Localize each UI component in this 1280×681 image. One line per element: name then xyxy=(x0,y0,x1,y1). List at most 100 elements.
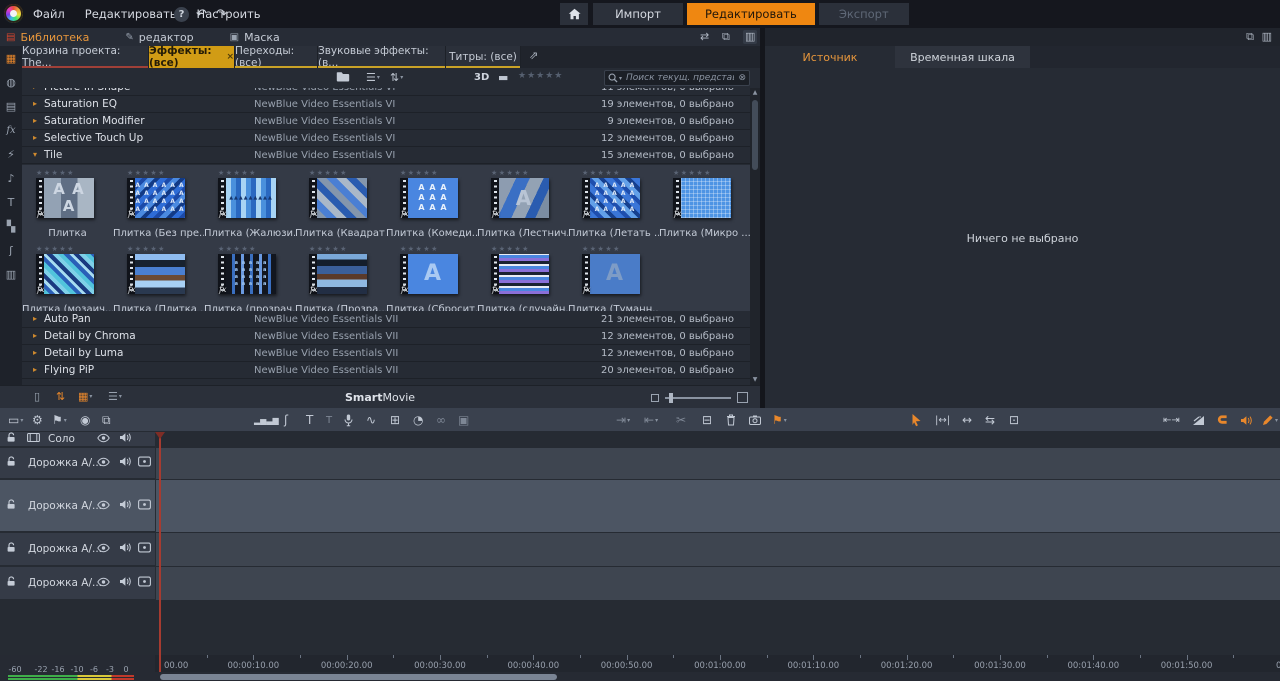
trash-delete-icon[interactable] xyxy=(726,408,736,432)
track-visibility-eye-icon[interactable] xyxy=(97,433,110,446)
preview-tab[interactable]: Источник xyxy=(765,46,895,68)
collections-icon[interactable]: ◍ xyxy=(3,75,19,90)
expand-arrow-icon[interactable]: ▸ xyxy=(33,99,37,108)
preview-tab[interactable]: Временная шкала xyxy=(895,46,1030,68)
track-visibility-eye-icon[interactable] xyxy=(97,543,110,556)
playhead-line[interactable] xyxy=(159,432,161,672)
rating-stars[interactable]: ★★★★★ xyxy=(491,169,568,178)
effects-fx-icon[interactable]: fx xyxy=(3,123,19,138)
voiceover-mic-icon[interactable] xyxy=(344,408,353,432)
marker-menu-icon[interactable]: ⚑▾ xyxy=(52,408,67,432)
effect-thumbnail[interactable]: ★★★★★ A A A A AA A A A AA A A A AA A A A… xyxy=(568,165,659,241)
thumbnail-preview[interactable]: A A A fx xyxy=(36,178,94,218)
filter-3d-button[interactable]: 3D xyxy=(474,72,489,83)
thumbnail-preview[interactable]: fx xyxy=(309,254,367,294)
clear-search-icon[interactable]: ⊗ xyxy=(738,73,746,83)
multicam-editor-icon[interactable]: ⊞ xyxy=(390,408,400,432)
redo-icon[interactable]: ↷ xyxy=(216,0,227,28)
track-label[interactable]: Дорожка А/... xyxy=(28,457,102,469)
rating-stars[interactable]: ★★★★★ xyxy=(218,169,295,178)
track-visibility-eye-icon[interactable] xyxy=(97,457,110,470)
effect-thumbnail[interactable]: ★★★★★ fx Плитка (Микро ... xyxy=(659,165,750,241)
expand-arrow-icon[interactable]: ▸ xyxy=(33,348,37,357)
thumbnail-preview[interactable]: A A AA A AA A A fx xyxy=(400,178,458,218)
rating-stars[interactable]: ★★★★★ xyxy=(127,169,204,178)
track-visibility-eye-icon[interactable] xyxy=(97,577,110,590)
clipboard-copy-icon[interactable]: ⧉ xyxy=(102,408,111,432)
thumbnail-preview[interactable]: fx xyxy=(491,254,549,294)
audio-ramp-icon[interactable] xyxy=(1192,408,1205,432)
track-header[interactable]: Дорожка А/... xyxy=(0,533,155,566)
track-header[interactable]: Дорожка А/... xyxy=(0,448,155,479)
sync-refresh-icon[interactable]: ⇅ xyxy=(56,390,65,403)
search-input[interactable] xyxy=(624,72,736,84)
rating-stars[interactable]: ★★★★★ xyxy=(36,169,113,178)
mark-in-icon[interactable]: ⇥▾ xyxy=(616,408,630,432)
rating-stars[interactable]: ★★★★★ xyxy=(491,245,568,254)
expand-arrow-icon[interactable]: ▸ xyxy=(33,331,37,340)
auto-edit-tools-icon[interactable]: ▾ xyxy=(1262,408,1278,432)
view-tab[interactable]: ✎ редактор xyxy=(125,31,193,44)
menu-item-0[interactable]: Файл xyxy=(30,5,68,23)
zoom-slider[interactable] xyxy=(665,397,731,399)
thumbnail-preview[interactable]: A fx xyxy=(491,178,549,218)
expand-arrow-icon[interactable]: ▸ xyxy=(33,314,37,323)
track-label[interactable]: Дорожка А/... xyxy=(28,500,102,512)
magnet-snap-icon[interactable] xyxy=(1216,408,1228,432)
thumbnail-preview[interactable]: a a a a aa a a a aa a a a aa a a a a fx xyxy=(218,254,276,294)
mark-out-icon[interactable]: ⇤▾ xyxy=(644,408,658,432)
home-button[interactable] xyxy=(560,3,588,25)
thumbnail-preview[interactable]: A A A A A AA A A A A AA A A A A AA A A A… xyxy=(127,178,185,218)
track-visibility-eye-icon[interactable] xyxy=(97,499,110,512)
rating-stars[interactable]: ★★★★★ xyxy=(673,169,750,178)
effect-thumbnail[interactable]: ★★★★★ fx Плитка (Плитка ... xyxy=(113,241,204,311)
effect-thumbnail[interactable]: ★★★★★ a a a a aa a a a aa a a a aa a a a… xyxy=(204,241,295,311)
effect-thumbnail[interactable]: ★★★★★ A A A A A AA A A A A AA A A A A AA… xyxy=(113,165,204,241)
thumbnail-preview[interactable]: ▲▲▲▲▲▲▲▲▲ fx xyxy=(218,178,276,218)
track-header[interactable]: Дорожка А/... xyxy=(0,567,155,600)
rating-stars[interactable]: ★★★★★ xyxy=(582,169,659,178)
subtitle-editor-icon[interactable]: T xyxy=(326,408,332,432)
copy-panel-icon[interactable]: ⧉ xyxy=(722,30,730,44)
thumbnail-preview[interactable]: A fx xyxy=(582,254,640,294)
app-logo-icon[interactable] xyxy=(4,4,23,23)
disc-menus-icon[interactable]: ▥ xyxy=(3,267,19,282)
track-label[interactable]: Соло xyxy=(48,433,75,445)
overwrite-tool-icon[interactable]: ⇆ xyxy=(985,408,995,432)
smartmovie-button[interactable]: SmartMovie xyxy=(345,391,415,404)
menu-item-1[interactable]: Редактировать xyxy=(82,5,180,23)
rating-stars[interactable]: ★★★★★ xyxy=(218,245,295,254)
collapse-arrow-icon[interactable]: ▾ xyxy=(33,150,37,159)
timeline-settings-gear-icon[interactable]: ⚙ xyxy=(32,408,43,432)
title-editor-icon[interactable]: T xyxy=(306,408,313,432)
smart-tool-icon[interactable]: |↔| xyxy=(935,408,950,432)
audio-ducking-icon[interactable]: ʃ xyxy=(284,408,288,432)
library-tab[interactable]: Эффекты: (все) × xyxy=(149,46,235,68)
thumbnail-preview[interactable]: A A A A AA A A A AA A A A AA A A A A fx xyxy=(582,178,640,218)
zoom-in-large-icon[interactable] xyxy=(737,392,748,403)
library-tab[interactable]: Переходы: (все) xyxy=(235,46,318,68)
track-lane[interactable] xyxy=(156,480,1280,532)
track-lock-icon[interactable] xyxy=(6,499,16,513)
track-header[interactable]: Дорожка А/... xyxy=(0,480,155,532)
send-to-player-icon[interactable]: ⇄ xyxy=(700,30,709,44)
close-tab-icon[interactable]: × xyxy=(226,52,234,62)
effect-thumbnail[interactable]: ★★★★★ ▲▲▲▲▲▲▲▲▲ fx Плитка (Жалюзи... xyxy=(204,165,295,241)
effect-thumbnail[interactable]: ★★★★★ A A AA A AA A A fx Плитка (Комеди.… xyxy=(386,165,477,241)
effect-group-row[interactable]: ▸ Detail by Chroma NewBlue Video Essenti… xyxy=(22,328,750,345)
track-audio-speaker-icon[interactable] xyxy=(119,499,132,513)
paste-clip-icon[interactable]: ▯ xyxy=(34,390,40,403)
track-audio-speaker-icon[interactable] xyxy=(119,456,132,470)
track-audio-speaker-icon[interactable] xyxy=(119,576,132,590)
library-scrollbar[interactable]: ▲ ▼ xyxy=(750,88,760,385)
razor-split-icon[interactable]: ✂ xyxy=(676,408,686,432)
rating-stars[interactable]: ★★★★★ xyxy=(309,169,386,178)
track-label[interactable]: Дорожка А/... xyxy=(28,577,102,589)
rating-stars[interactable]: ★★★★★ xyxy=(400,169,477,178)
scrollbar-thumb[interactable] xyxy=(752,100,758,170)
track-label[interactable]: Дорожка А/... xyxy=(28,543,102,555)
view-tab[interactable]: ▤ Библиотека xyxy=(6,31,89,44)
effect-thumbnail[interactable]: ★★★★★ A fx Плитка (Лестнич... xyxy=(477,165,568,241)
track-lane[interactable] xyxy=(156,567,1280,600)
track-lock-icon[interactable] xyxy=(6,456,16,470)
